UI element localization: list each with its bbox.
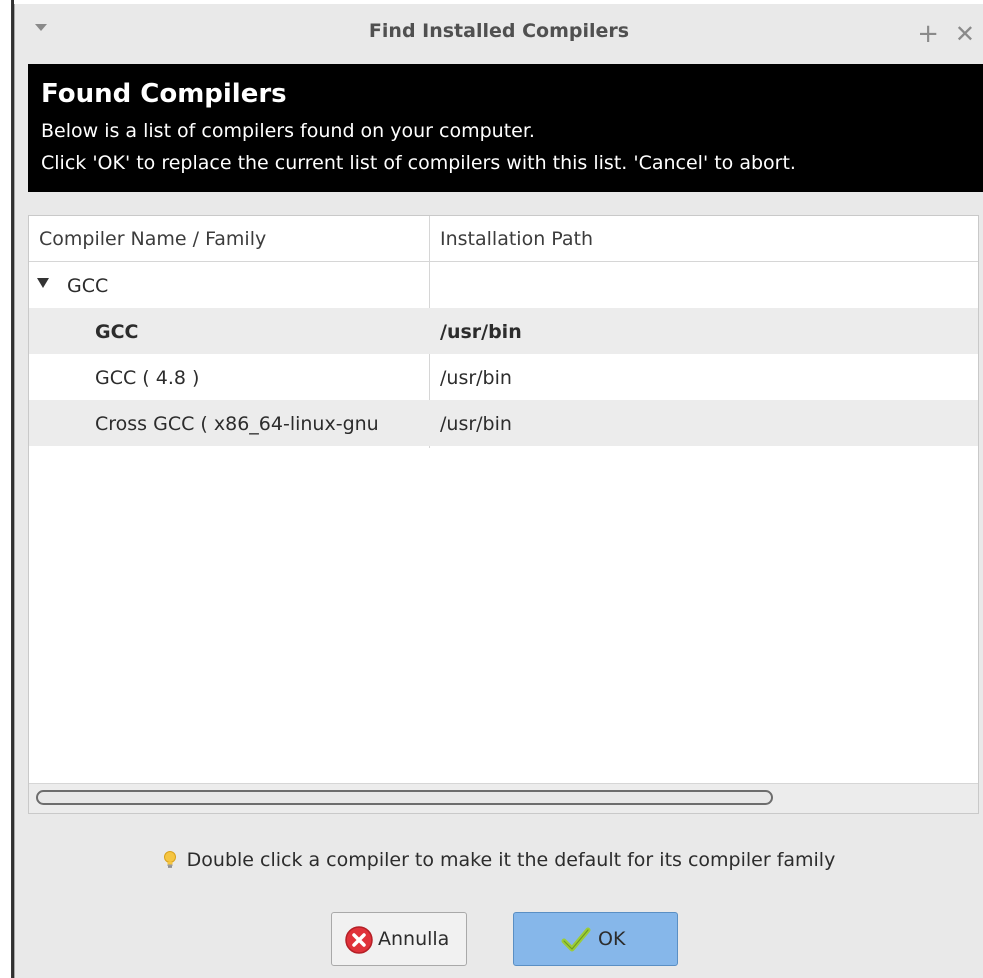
- table-row[interactable]: Cross GCC ( x86_64-linux-gnu /usr/bin: [29, 400, 978, 446]
- table-row[interactable]: GCC /usr/bin: [29, 308, 978, 354]
- compiler-path: /usr/bin: [440, 321, 522, 343]
- compiler-name: GCC: [95, 321, 139, 343]
- header-banner: Found Compilers Below is a list of compi…: [28, 64, 983, 192]
- cancel-button[interactable]: Annulla: [331, 912, 467, 966]
- group-label: GCC: [67, 275, 109, 297]
- table-row[interactable]: GCC ( 4.8 ) /usr/bin: [29, 354, 978, 400]
- window-title: Find Installed Compilers: [368, 20, 630, 42]
- column-header-name[interactable]: Compiler Name / Family: [39, 228, 266, 250]
- ok-button-label: OK: [598, 928, 626, 950]
- cancel-icon: [345, 926, 373, 954]
- scrollbar-thumb[interactable]: [36, 790, 773, 805]
- hint-message: Double click a compiler to make it the d…: [15, 849, 983, 871]
- close-icon[interactable]: ✕: [955, 16, 975, 52]
- horizontal-scrollbar[interactable]: [29, 783, 978, 813]
- hint-text: Double click a compiler to make it the d…: [186, 849, 836, 871]
- checkmark-icon: [561, 927, 591, 952]
- compiler-name: Cross GCC ( x86_64-linux-gnu: [95, 413, 379, 435]
- compiler-path: /usr/bin: [440, 413, 512, 435]
- column-header-path[interactable]: Installation Path: [440, 228, 593, 250]
- group-row-gcc[interactable]: GCC: [29, 262, 978, 308]
- banner-title: Found Compilers: [41, 79, 287, 109]
- banner-description: Below is a list of compilers found on yo…: [41, 120, 535, 142]
- maximize-icon[interactable]: +: [917, 14, 939, 54]
- lightbulb-icon: [163, 851, 176, 868]
- background-window-edge: [0, 0, 14, 978]
- find-compilers-dialog: Find Installed Compilers + ✕ Found Compi…: [14, 4, 983, 978]
- cancel-button-label: Annulla: [378, 928, 450, 950]
- banner-instruction: Click 'OK' to replace the current list o…: [41, 152, 796, 174]
- compiler-tree-list[interactable]: Compiler Name / Family Installation Path…: [28, 215, 979, 814]
- column-header-row: Compiler Name / Family Installation Path: [29, 216, 978, 262]
- compiler-path: /usr/bin: [440, 367, 512, 389]
- expander-down-icon[interactable]: [37, 278, 49, 288]
- ok-button[interactable]: OK: [513, 912, 678, 966]
- compiler-name: GCC ( 4.8 ): [95, 367, 200, 389]
- title-bar[interactable]: Find Installed Compilers + ✕: [15, 4, 983, 62]
